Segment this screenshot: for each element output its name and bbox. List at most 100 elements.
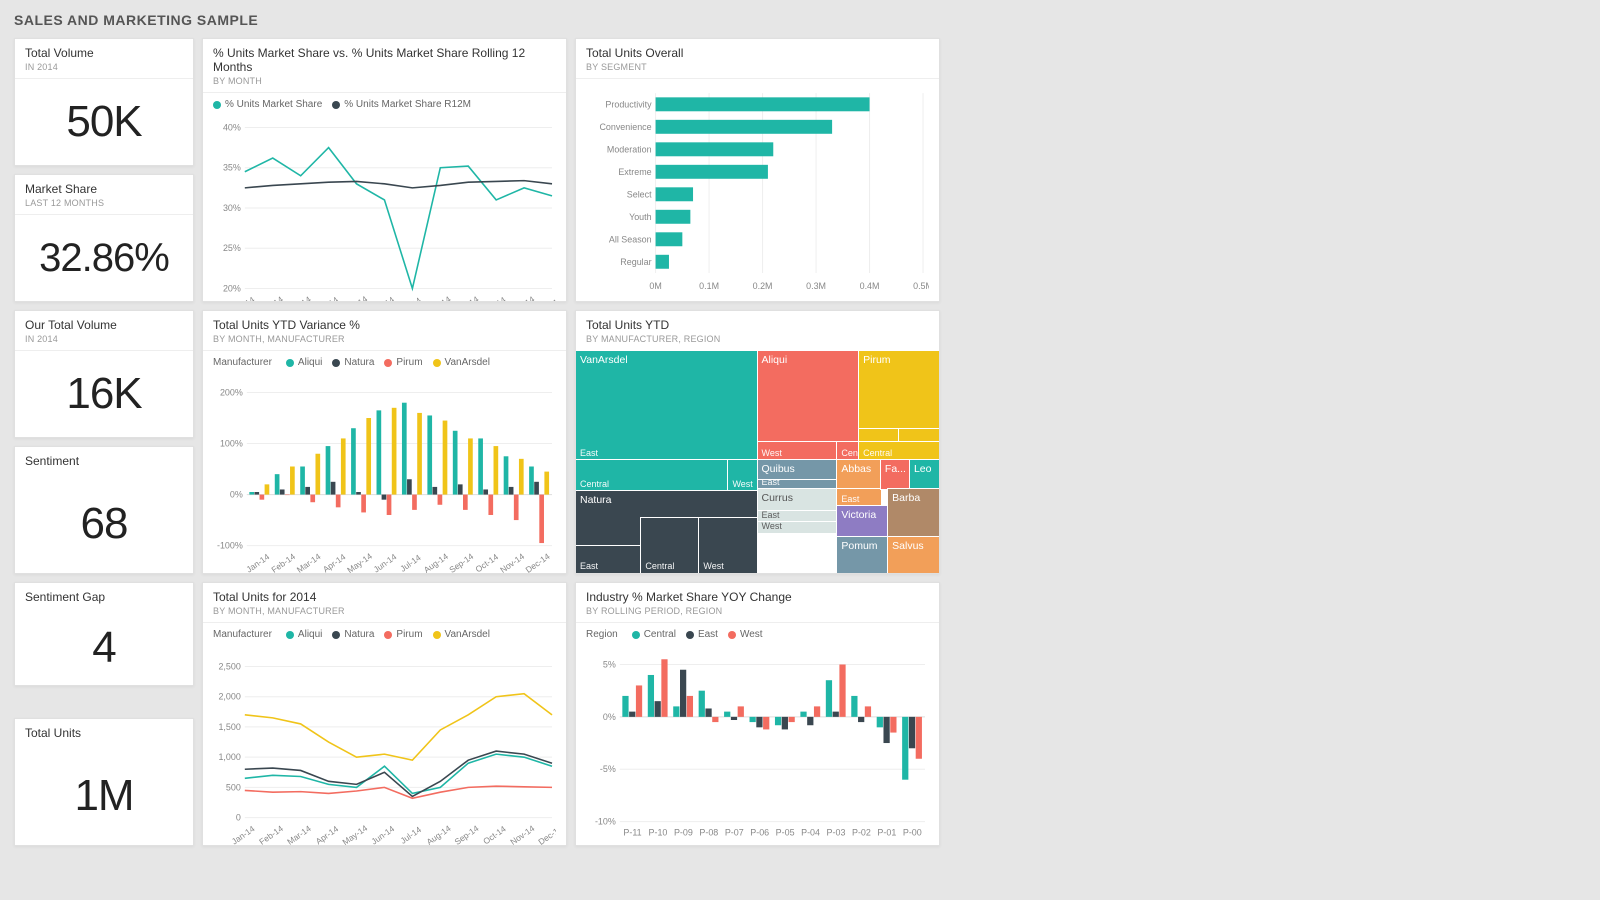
svg-text:Jan-14: Jan-14 xyxy=(230,294,257,302)
svg-text:Youth: Youth xyxy=(629,212,652,222)
svg-text:Aug-14: Aug-14 xyxy=(422,551,450,574)
svg-text:25%: 25% xyxy=(223,243,241,253)
svg-text:0%: 0% xyxy=(230,490,243,500)
svg-text:1,000: 1,000 xyxy=(218,752,240,762)
svg-text:P-07: P-07 xyxy=(725,828,744,838)
svg-text:Apr-14: Apr-14 xyxy=(314,294,341,302)
svg-text:30%: 30% xyxy=(223,203,241,213)
svg-text:Jun-14: Jun-14 xyxy=(369,294,396,302)
tile-subtitle: BY MONTH, MANUFACTURER xyxy=(213,334,556,344)
svg-text:Jul-14: Jul-14 xyxy=(398,552,423,574)
svg-text:0.1M: 0.1M xyxy=(699,281,719,291)
svg-text:Moderation: Moderation xyxy=(607,144,652,154)
tile-title: Total Units YTD Variance % xyxy=(213,318,556,332)
svg-text:P-05: P-05 xyxy=(776,828,795,838)
tile-subtitle: BY MONTH, MANUFACTURER xyxy=(213,606,556,616)
svg-text:0: 0 xyxy=(236,813,241,823)
svg-text:Extreme: Extreme xyxy=(618,167,651,177)
tile-subtitle: BY ROLLING PERIOD, REGION xyxy=(586,606,929,616)
svg-text:Jun-14: Jun-14 xyxy=(369,823,396,846)
svg-text:May-14: May-14 xyxy=(340,294,369,302)
svg-text:-10%: -10% xyxy=(595,817,616,827)
tile-title: % Units Market Share vs. % Units Market … xyxy=(213,46,556,74)
svg-text:Mar-14: Mar-14 xyxy=(285,294,313,302)
kpi-value: 16K xyxy=(15,351,193,437)
svg-text:P-09: P-09 xyxy=(674,828,693,838)
svg-text:P-03: P-03 xyxy=(827,828,846,838)
svg-text:May-14: May-14 xyxy=(340,823,369,846)
svg-text:Sep-14: Sep-14 xyxy=(453,294,481,302)
kpi-value: 32.86% xyxy=(15,215,193,301)
svg-text:20%: 20% xyxy=(223,284,241,294)
svg-text:Sep-14: Sep-14 xyxy=(453,823,481,846)
svg-text:2,500: 2,500 xyxy=(218,661,240,671)
kpi-tile-total-volume[interactable]: Total Volume IN 2014 50K xyxy=(14,38,194,166)
tile-title: Total Units YTD xyxy=(586,318,929,332)
svg-text:200%: 200% xyxy=(220,387,243,397)
svg-text:Jun-14: Jun-14 xyxy=(372,551,399,574)
tile-subtitle: BY MONTH xyxy=(213,76,556,86)
chart-tile-industry-yoy[interactable]: Industry % Market Share YOY Change BY RO… xyxy=(575,582,940,846)
page-title: SALES AND MARKETING SAMPLE xyxy=(14,12,1586,28)
svg-text:Oct-14: Oct-14 xyxy=(481,824,508,846)
svg-text:Nov-14: Nov-14 xyxy=(498,551,526,574)
svg-text:Dec-14: Dec-14 xyxy=(536,294,556,302)
tile-title: Our Total Volume xyxy=(25,318,183,332)
svg-text:Apr-14: Apr-14 xyxy=(321,551,348,574)
svg-text:Select: Select xyxy=(627,189,652,199)
svg-text:Feb-14: Feb-14 xyxy=(257,823,285,846)
kpi-value: 1M xyxy=(15,746,193,845)
tile-title: Total Volume xyxy=(25,46,183,60)
chart-tile-ytd-variance[interactable]: Total Units YTD Variance % BY MONTH, MAN… xyxy=(202,310,567,574)
kpi-tile-total-units[interactable]: Total Units 1M xyxy=(14,718,194,846)
svg-text:Aug-14: Aug-14 xyxy=(425,823,453,846)
svg-text:-100%: -100% xyxy=(217,541,243,551)
svg-text:0.4M: 0.4M xyxy=(860,281,880,291)
tile-subtitle: BY SEGMENT xyxy=(586,62,929,72)
kpi-tile-sentiment-gap[interactable]: Sentiment Gap 4 xyxy=(14,582,194,686)
svg-text:Jan-14: Jan-14 xyxy=(244,551,271,574)
svg-text:Dec-14: Dec-14 xyxy=(536,823,556,846)
kpi-tile-our-total-volume[interactable]: Our Total Volume IN 2014 16K xyxy=(14,310,194,438)
svg-text:Dec-14: Dec-14 xyxy=(524,551,552,574)
svg-text:All Season: All Season xyxy=(609,234,652,244)
kpi-tile-market-share[interactable]: Market Share LAST 12 MONTHS 32.86% xyxy=(14,174,194,302)
svg-text:Apr-14: Apr-14 xyxy=(314,823,341,846)
svg-text:May-14: May-14 xyxy=(345,551,374,574)
svg-text:-5%: -5% xyxy=(600,764,616,774)
svg-text:P-08: P-08 xyxy=(699,828,718,838)
svg-text:100%: 100% xyxy=(220,439,243,449)
svg-text:P-06: P-06 xyxy=(750,828,769,838)
svg-text:P-01: P-01 xyxy=(877,828,896,838)
svg-text:Sep-14: Sep-14 xyxy=(447,551,475,574)
tile-title: Industry % Market Share YOY Change xyxy=(586,590,929,604)
chart-tile-units-2014[interactable]: Total Units for 2014 BY MONTH, MANUFACTU… xyxy=(202,582,567,846)
svg-text:Jan-14: Jan-14 xyxy=(230,823,257,846)
tile-subtitle: LAST 12 MONTHS xyxy=(25,198,183,208)
svg-text:0.2M: 0.2M xyxy=(753,281,773,291)
tile-title: Sentiment xyxy=(25,454,183,468)
tile-title: Sentiment Gap xyxy=(25,590,183,604)
kpi-value: 50K xyxy=(15,79,193,165)
chart-tile-ytd-treemap[interactable]: Total Units YTD BY MANUFACTURER, REGION … xyxy=(575,310,940,574)
svg-text:Mar-14: Mar-14 xyxy=(285,823,313,846)
svg-text:P-00: P-00 xyxy=(903,828,922,838)
svg-text:Nov-14: Nov-14 xyxy=(508,294,536,302)
svg-text:Productivity: Productivity xyxy=(605,99,652,109)
svg-text:Regular: Regular xyxy=(620,257,651,267)
svg-text:Jul-14: Jul-14 xyxy=(398,295,423,302)
svg-text:Oct-14: Oct-14 xyxy=(481,294,508,302)
svg-text:Feb-14: Feb-14 xyxy=(257,294,285,302)
kpi-tile-sentiment[interactable]: Sentiment 68 xyxy=(14,446,194,574)
svg-text:Jul-14: Jul-14 xyxy=(398,824,423,846)
chart-tile-units-segment[interactable]: Total Units Overall BY SEGMENT 0M0.1M0.2… xyxy=(575,38,940,302)
tile-title: Total Units for 2014 xyxy=(213,590,556,604)
tile-subtitle: IN 2014 xyxy=(25,62,183,72)
tile-title: Total Units Overall xyxy=(586,46,929,60)
chart-tile-market-share-line[interactable]: % Units Market Share vs. % Units Market … xyxy=(202,38,567,302)
svg-text:P-02: P-02 xyxy=(852,828,871,838)
svg-text:500: 500 xyxy=(226,782,241,792)
svg-text:40%: 40% xyxy=(223,122,241,132)
svg-text:P-04: P-04 xyxy=(801,828,820,838)
tile-subtitle: BY MANUFACTURER, REGION xyxy=(586,334,929,344)
